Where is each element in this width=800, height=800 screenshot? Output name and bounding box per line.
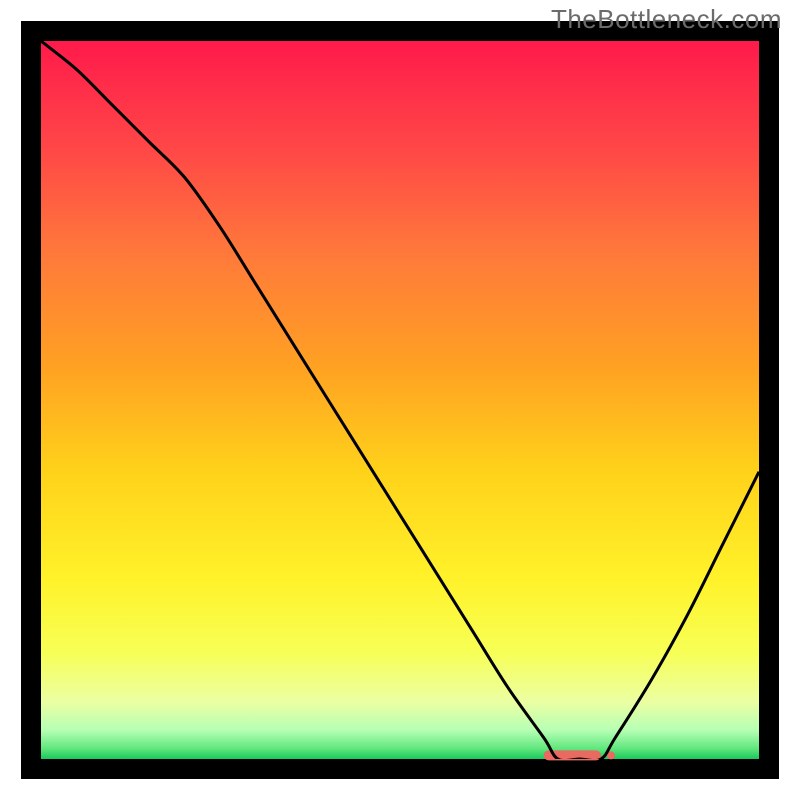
plot-background-gradient [41,41,759,759]
chart-svg [0,0,800,800]
chart-frame: TheBottleneck.com [0,0,800,800]
watermark-text: TheBottleneck.com [551,4,782,35]
